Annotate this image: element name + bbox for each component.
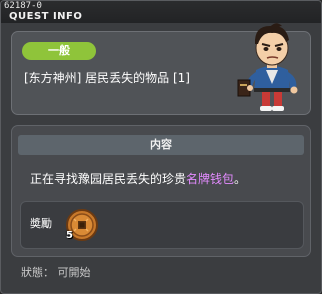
quest-content-panel: 内容 正在寻找豫园居民丢失的珍贵名牌钱包。 奬勵 5 [11,125,311,257]
description-punctuation: 。 [234,172,247,186]
reward-quantity: 5 [66,230,73,241]
reward-box: 奬勵 5 [20,201,304,249]
window-title: QUEST INFO [9,11,83,22]
highlighted-item-name: 名牌钱包 [186,172,235,186]
quest-info-window: 62187-0 QUEST INFO 一般 [东方神州] 居民丢失的物品 [1] [0,0,322,294]
reward-label: 奬勵 [30,217,52,230]
description-text: 正在寻找豫园居民丢失的珍贵 [30,172,187,186]
quest-status: 狀態： 可開始 [21,266,91,279]
content-section-header: 内容 [18,135,304,155]
quest-header-panel: 一般 [东方神州] 居民丢失的物品 [1] [11,23,311,115]
reward-item-slot[interactable]: 5 [64,207,100,243]
quest-name: [东方神州] 居民丢失的物品 [1] [24,71,190,85]
quest-description: 正在寻找豫园居民丢失的珍贵名牌钱包。 [30,171,246,187]
category-badge: 一般 [22,42,96,60]
quest-id: 62187-0 [4,1,42,11]
npc-portrait [237,23,298,111]
